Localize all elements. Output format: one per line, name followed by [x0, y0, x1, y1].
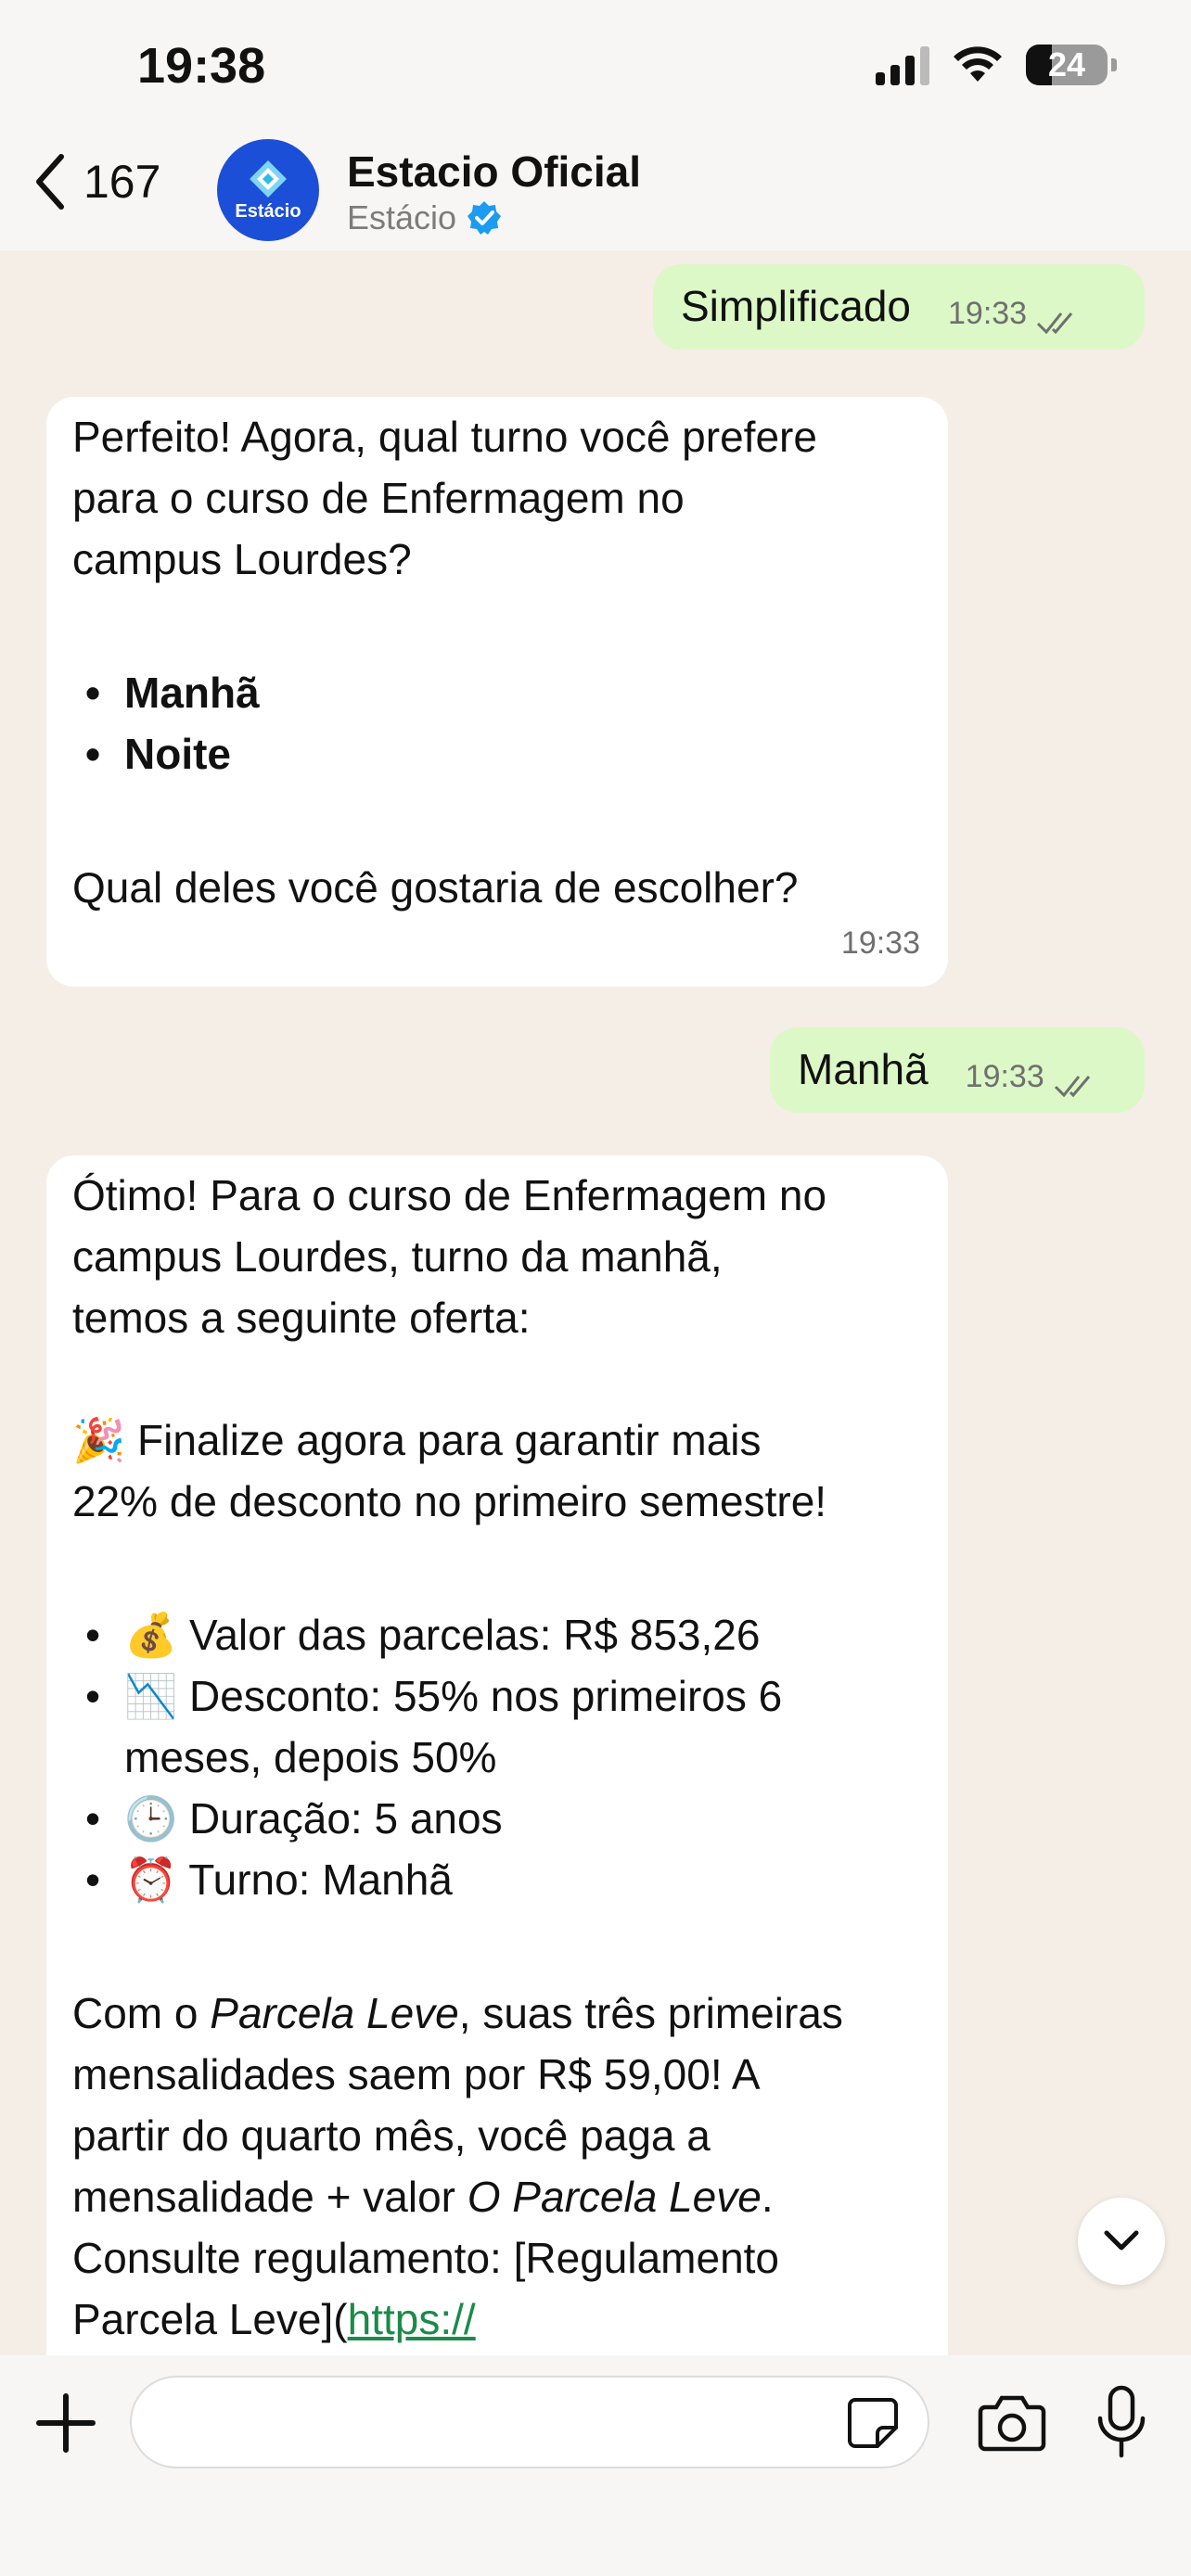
- message-input-container[interactable]: [130, 2376, 929, 2468]
- message-line: 🎉 Finalize agora para garantir mais: [72, 1416, 762, 1464]
- scroll-to-bottom-button[interactable]: [1078, 2198, 1165, 2285]
- offer-item: 📉 Desconto: 55% nos primeiros 6 meses, d…: [72, 1665, 920, 1788]
- message-line: Qual deles você gostaria de escolher?: [72, 863, 799, 912]
- message-line: Com o Parcela Leve, suas três primeiras: [72, 1983, 920, 2044]
- text-span: .: [761, 2173, 774, 2221]
- message-line: Consulte regulamento: [Regulamento: [72, 2234, 780, 2282]
- message-time: 19:33: [948, 296, 1028, 331]
- cellular-signal-icon: [876, 45, 929, 85]
- message-text: Manhã: [798, 1045, 928, 1093]
- top-bar: 19:38 24 167 Estácio Estacio Oficial Est…: [0, 0, 1191, 250]
- avatar[interactable]: Estácio: [217, 139, 319, 241]
- sticker-icon[interactable]: [846, 2396, 900, 2450]
- offer-item-text: meses, depois 50%: [124, 1733, 497, 1781]
- message-text: Simplificado: [681, 282, 911, 330]
- message-time: 19:33: [965, 1059, 1044, 1094]
- back-button[interactable]: 167: [32, 153, 160, 210]
- offer-item-text: 📉 Desconto: 55% nos primeiros 6: [124, 1672, 783, 1720]
- message-outgoing[interactable]: Manhã 19:33: [770, 1027, 1145, 1113]
- message-line: mensalidade + valor O Parcela Leve.: [72, 2166, 920, 2227]
- battery-icon: 24: [1026, 45, 1117, 85]
- microphone-icon[interactable]: [1095, 2385, 1148, 2459]
- text-span: Com o: [72, 1989, 211, 2037]
- option-item: Manhã: [72, 662, 920, 723]
- chevron-left-icon: [36, 154, 64, 210]
- message-line: 22% de desconto no primeiro semestre!: [72, 1477, 827, 1525]
- composer-bar: [0, 2355, 1191, 2576]
- text-italic: O Parcela Leve: [467, 2173, 762, 2221]
- wifi-icon: [954, 46, 1002, 82]
- contact-sub-label: Estácio: [347, 198, 457, 236]
- contact-subtitle: Estácio: [347, 198, 503, 237]
- message-line: partir do quarto mês, você paga a: [72, 2111, 711, 2160]
- message-line: mensalidades saem por R$ 59,00! A: [72, 2050, 761, 2098]
- option-list: Manhã Noite: [72, 662, 920, 784]
- contact-name[interactable]: Estacio Oficial: [347, 147, 641, 197]
- chat-area[interactable]: Simplificado 19:33 Perfeito! Agora, qual…: [0, 250, 1191, 2355]
- message-line: Ótimo! Para o curso de Enfermagem no: [72, 1171, 827, 1219]
- message-input[interactable]: [169, 2378, 837, 2467]
- message-line: Perfeito! Agora, qual turno você prefere: [72, 413, 817, 461]
- message-line: campus Lourdes, turno da manhã,: [72, 1232, 723, 1281]
- message-link[interactable]: https://: [348, 2295, 476, 2343]
- message-line: Parcela Leve](https://: [72, 2289, 920, 2350]
- message-incoming[interactable]: Ótimo! Para o curso de Enfermagem no cam…: [46, 1155, 948, 2355]
- read-ticks-icon: [1037, 312, 1073, 335]
- chevron-down-icon: [1104, 2230, 1139, 2251]
- status-icons: 24: [876, 45, 1117, 85]
- offer-list: 💰 Valor das parcelas: R$ 853,26 📉 Descon…: [72, 1604, 920, 1910]
- offer-item: ⏰ Turno: Manhã: [72, 1849, 920, 1910]
- status-time: 19:38: [137, 38, 266, 94]
- message-line: temos a seguinte oferta:: [72, 1294, 531, 1342]
- message-line: para o curso de Enfermagem no: [72, 474, 685, 522]
- read-ticks-icon: [1054, 1076, 1090, 1098]
- option-item: Noite: [72, 723, 920, 784]
- offer-item: 💰 Valor das parcelas: R$ 853,26: [72, 1604, 920, 1665]
- message-outgoing[interactable]: Simplificado 19:33: [653, 264, 1145, 350]
- unread-count: 167: [83, 156, 161, 208]
- message-line: campus Lourdes?: [72, 535, 412, 583]
- text-span: , suas três primeiras: [458, 1989, 843, 2037]
- text-italic: Parcela Leve: [210, 1989, 459, 2037]
- battery-level: 24: [1047, 45, 1086, 83]
- avatar-label: Estácio: [235, 200, 301, 222]
- message-incoming[interactable]: Perfeito! Agora, qual turno você prefere…: [46, 397, 948, 987]
- verified-badge-icon: [467, 201, 502, 235]
- estacio-logo-icon: [250, 159, 287, 198]
- plus-icon[interactable]: [33, 2391, 98, 2455]
- text-span: Parcela Leve](: [72, 2295, 348, 2343]
- camera-icon[interactable]: [978, 2392, 1046, 2452]
- offer-item: 🕒 Duração: 5 anos: [72, 1788, 920, 1849]
- text-span: mensalidade + valor: [72, 2173, 467, 2221]
- message-time: 19:33: [840, 925, 920, 961]
